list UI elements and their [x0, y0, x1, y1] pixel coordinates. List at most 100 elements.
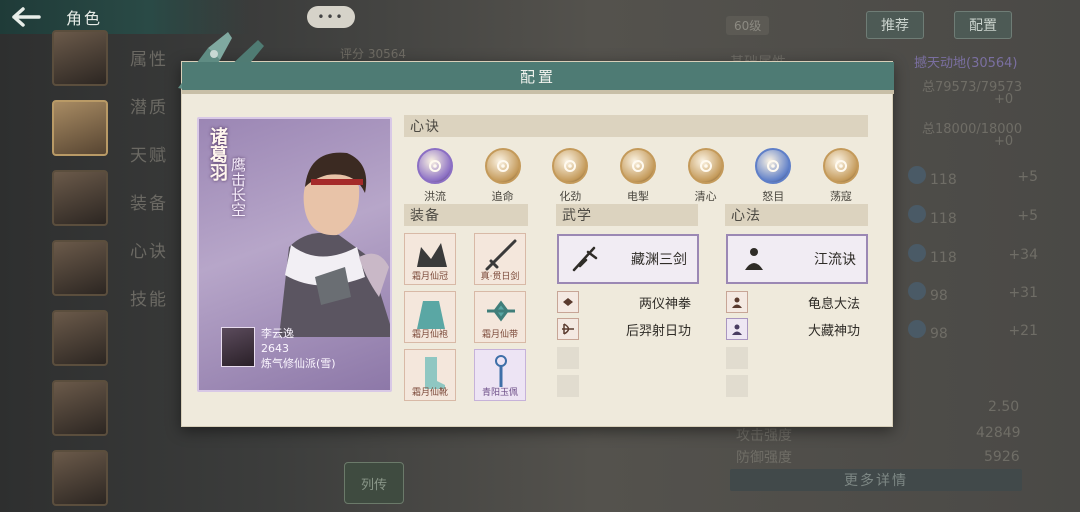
back-arrow-icon — [12, 7, 41, 27]
config-button[interactable]: 配置 — [954, 11, 1012, 39]
lotus-icon — [822, 148, 859, 184]
side-menu-item-xinjue[interactable]: 心诀 — [130, 240, 168, 288]
xinjue-label: 电掣 — [626, 190, 649, 203]
empty-skill-slot[interactable] — [557, 347, 579, 369]
empty-skill-slot[interactable] — [557, 375, 579, 397]
equipment-slot[interactable]: 真·贯日剑 — [474, 233, 526, 285]
xinfa-sub-label: 龟息大法 — [807, 296, 860, 312]
empty-skill-slot[interactable] — [726, 347, 748, 369]
back-button[interactable] — [0, 0, 52, 34]
xinfa-main-skill[interactable]: 江流诀 — [726, 234, 868, 284]
attack-label: 攻击强度 — [736, 428, 792, 444]
xinjue-section-header: 心诀 — [404, 115, 868, 137]
side-menu: 属性 潜质 天赋 装备 心诀 技能 — [130, 48, 168, 336]
xinjue-item[interactable]: 清心 — [679, 148, 733, 204]
xinjue-item[interactable]: 怒目 — [746, 148, 800, 204]
stat-icon — [908, 205, 926, 223]
extra-value: 2.50 — [988, 399, 1020, 415]
xinjue-label: 怒目 — [762, 190, 785, 203]
stat-row: 118 +5 — [908, 203, 1038, 229]
equipment-label: 霜月仙袍 — [411, 330, 448, 340]
spiral-icon — [552, 148, 589, 184]
character-list — [52, 30, 110, 512]
xinjue-item[interactable]: 电掣 — [611, 148, 665, 204]
realm-text: 撼天动地(30564) — [914, 56, 1018, 71]
dialog-title: 配置 — [182, 62, 894, 90]
side-menu-item-potential[interactable]: 潜质 — [130, 96, 168, 144]
equipment-section-header: 装备 — [404, 204, 528, 226]
stat-icon — [908, 320, 926, 338]
xinjue-label: 追命 — [491, 190, 514, 203]
hp-delta: +0 — [994, 92, 1014, 107]
equipment-slot[interactable]: 霜月仙袍 — [404, 291, 456, 343]
xinfa-main-label: 江流诀 — [814, 252, 856, 268]
equipment-label: 霜月仙带 — [481, 330, 518, 340]
defense-label: 防御强度 — [736, 450, 792, 466]
lightning-icon — [619, 148, 656, 184]
xinjue-label: 洪流 — [424, 190, 446, 203]
owner-avatar — [221, 327, 255, 367]
eye-icon — [755, 148, 792, 184]
vortex-icon — [417, 148, 453, 184]
config-dialog: 配置 诸葛羽 鹰击长空 李云逸 2643 炼气修仙派(雪) 心诀 洪流 追命 化劲 电… — [178, 32, 894, 427]
xinjue-label: 荡寇 — [829, 190, 852, 203]
character-portrait[interactable] — [52, 170, 108, 226]
stat-row: 98 +31 — [908, 280, 1038, 306]
header-divider — [182, 90, 894, 94]
attack-value: 42849 — [976, 425, 1021, 441]
xinfa-sub-label: 大藏神功 — [807, 323, 860, 339]
side-menu-item-attributes[interactable]: 属性 — [130, 48, 168, 96]
stat-icon — [908, 282, 926, 300]
score-text: 评分 30564 — [340, 47, 406, 61]
equipment-slot[interactable]: 霜月仙带 — [474, 291, 526, 343]
owner-sect: 炼气修仙派(雪) — [261, 357, 336, 370]
wind-slash-icon — [484, 148, 521, 184]
side-menu-item-talent[interactable]: 天赋 — [130, 144, 168, 192]
xinjue-label: 清心 — [694, 190, 717, 203]
fist-icon — [557, 291, 579, 313]
defense-value: 5926 — [984, 449, 1020, 465]
wuxue-sub-label: 后羿射日功 — [625, 323, 691, 339]
character-portrait[interactable] — [52, 100, 108, 156]
character-title: 鹰击长空 — [229, 157, 247, 217]
stat-row: 118 +5 — [908, 164, 1038, 190]
xinjue-item[interactable]: 洪流 — [408, 148, 462, 204]
character-card: 诸葛羽 鹰击长空 李云逸 2643 炼气修仙派(雪) — [197, 117, 392, 392]
mp-delta: +0 — [994, 134, 1014, 149]
side-menu-item-equipment[interactable]: 装备 — [130, 192, 168, 240]
lotus-icon — [687, 148, 724, 184]
side-menu-item-skills[interactable]: 技能 — [130, 288, 168, 336]
equipment-label: 真·贯日剑 — [480, 272, 520, 282]
character-portrait[interactable] — [52, 240, 108, 296]
owner-score: 2643 — [261, 342, 289, 355]
stat-icon — [908, 244, 926, 262]
stat-row: 98 +21 — [908, 318, 1038, 344]
equipment-slot[interactable]: 霜月仙靴 — [404, 349, 456, 401]
xinjue-item[interactable]: 追命 — [476, 148, 530, 204]
xinfa-sub-skill[interactable]: 龟息大法 — [726, 291, 868, 313]
xinfa-sub-skill[interactable]: 大藏神功 — [726, 318, 868, 340]
empty-skill-slot[interactable] — [726, 375, 748, 397]
character-portrait[interactable] — [52, 450, 108, 506]
recommend-button[interactable]: 推荐 — [866, 11, 924, 39]
wuxue-sub-label: 两仪神拳 — [638, 296, 691, 312]
biography-button[interactable]: 列传 — [344, 462, 404, 504]
character-portrait[interactable] — [52, 30, 108, 86]
character-portrait[interactable] — [52, 380, 108, 436]
buddha-icon — [726, 318, 748, 340]
owner-info: 李云逸 2643 炼气修仙派(雪) — [261, 326, 336, 371]
chat-button[interactable]: ••• — [307, 6, 355, 28]
equipment-slot[interactable]: 霜月仙冠 — [404, 233, 456, 285]
wuxue-sub-skill[interactable]: 两仪神拳 — [557, 291, 699, 313]
meditation-icon — [736, 241, 772, 277]
wuxue-sub-skill[interactable]: 后羿射日功 — [557, 318, 699, 340]
bow-icon — [557, 318, 579, 340]
xinjue-item[interactable]: 化劲 — [543, 148, 597, 204]
xinjue-item[interactable]: 荡寇 — [814, 148, 868, 204]
character-portrait[interactable] — [52, 310, 108, 366]
equipment-slot[interactable]: 青阳玉佩 — [474, 349, 526, 401]
more-details-button[interactable]: 更多详情 — [730, 469, 1022, 491]
stat-icon — [908, 166, 926, 184]
level-badge: 60级 — [726, 16, 770, 35]
wuxue-main-skill[interactable]: 藏渊三剑 — [557, 234, 699, 284]
